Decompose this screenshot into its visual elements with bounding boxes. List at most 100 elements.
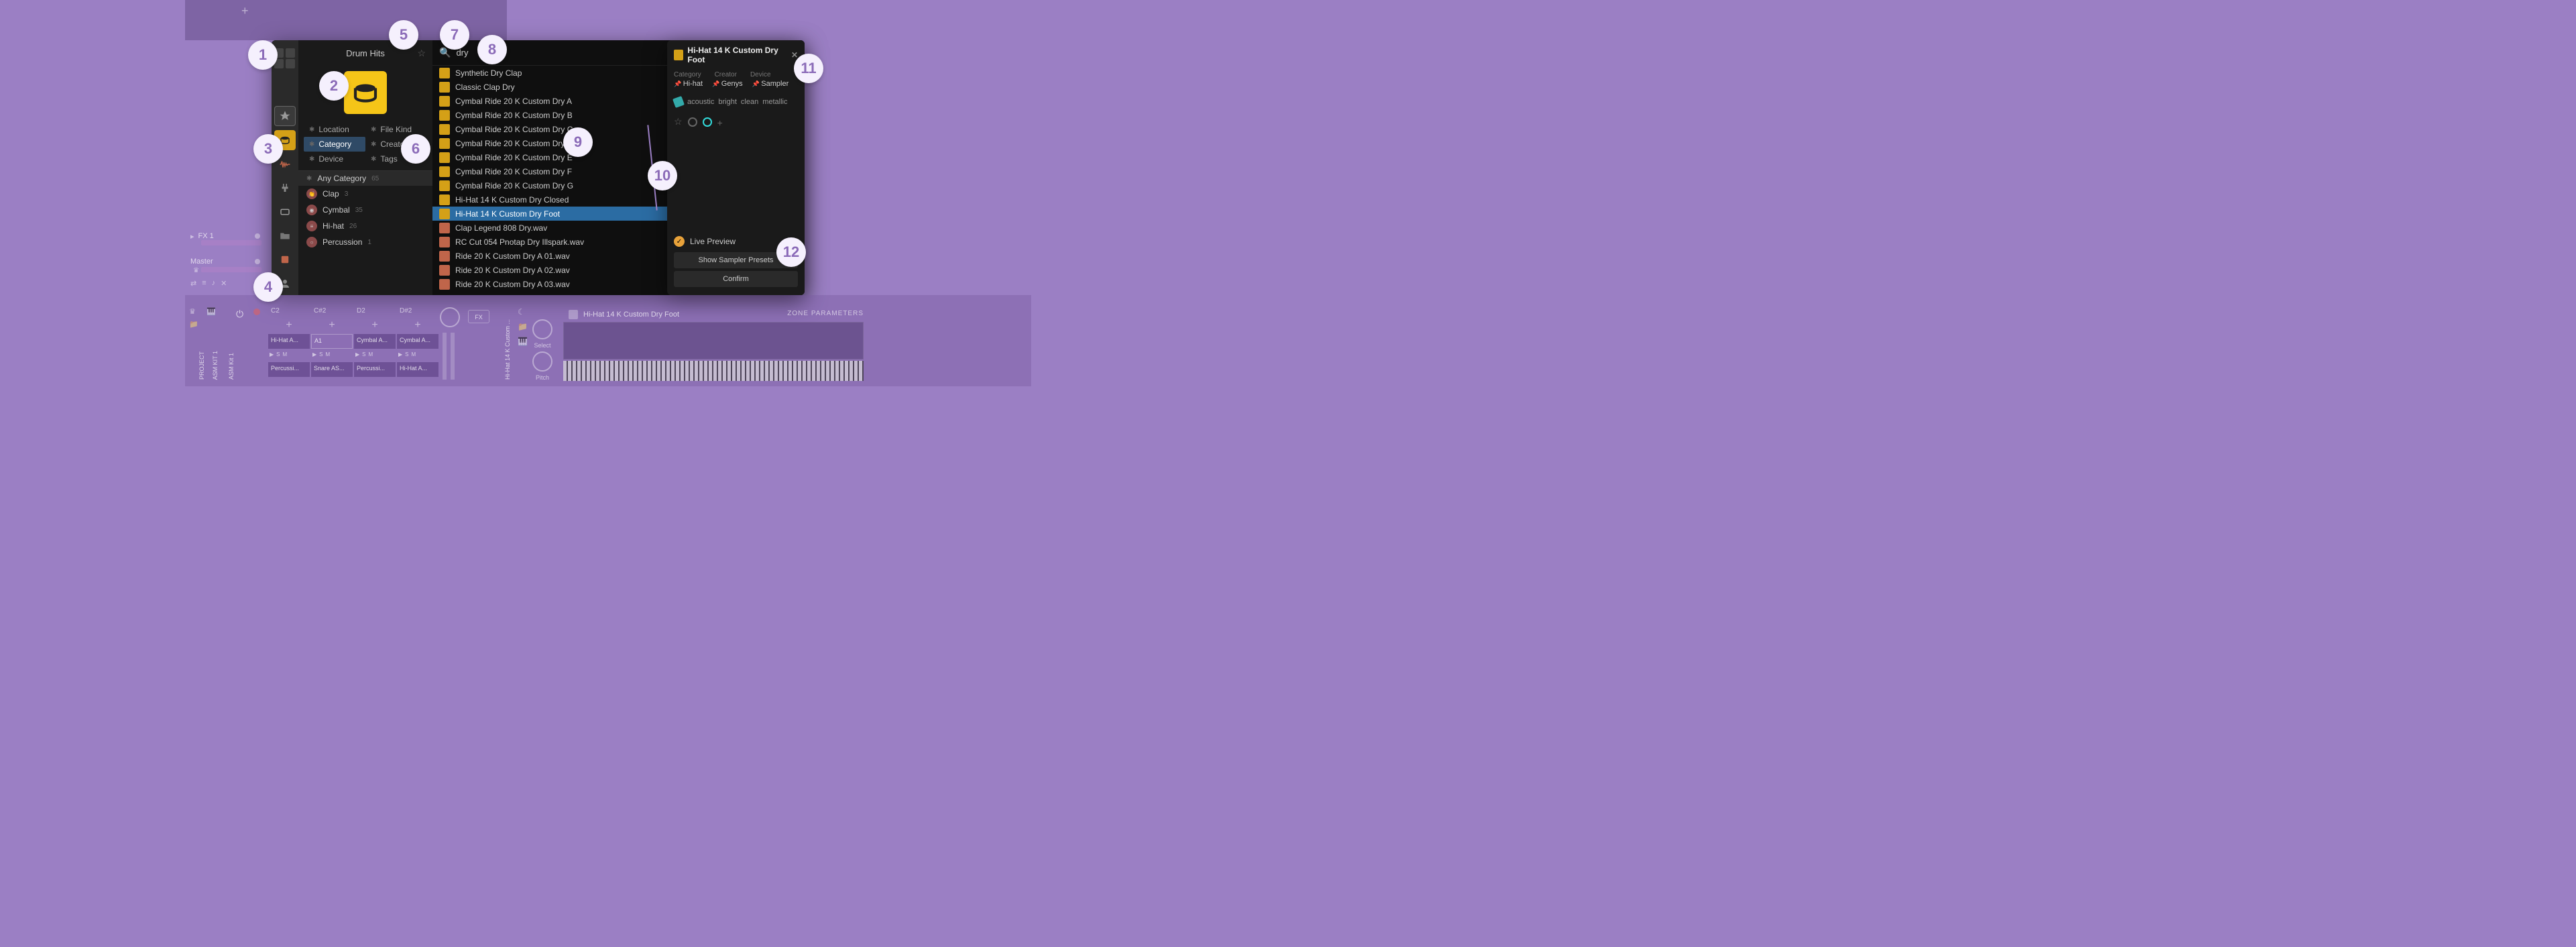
- piano-icon[interactable]: 🎹: [518, 337, 528, 346]
- pad-controls[interactable]: ▶SM: [354, 350, 396, 361]
- device-left-controls2: 🎹: [207, 307, 216, 316]
- gain-knob[interactable]: [440, 307, 460, 327]
- record-icon[interactable]: [253, 309, 260, 315]
- pad-cell[interactable]: Cymbal A...: [397, 334, 438, 349]
- select-knob[interactable]: [532, 319, 552, 339]
- source-loop-icon[interactable]: [274, 202, 296, 222]
- meta-creator[interactable]: Genys: [712, 80, 743, 88]
- fx-button[interactable]: FX: [468, 310, 489, 323]
- callout-3: 3: [253, 134, 283, 164]
- knob-label: Pitch: [532, 374, 552, 381]
- meta-device[interactable]: Sampler: [752, 80, 789, 88]
- zone-header: Hi-Hat 14 K Custom Dry Foot: [569, 310, 679, 319]
- pad-controls[interactable]: ▶SM: [311, 350, 353, 361]
- source-strip: [272, 40, 298, 295]
- level-meter: [451, 333, 455, 380]
- folder-icon[interactable]: 📁: [189, 320, 198, 329]
- tag[interactable]: acoustic: [687, 98, 714, 106]
- pad-controls[interactable]: ▶SM: [397, 350, 438, 361]
- meta-values: Hi-hat Genys Sampler: [674, 80, 798, 93]
- pad-cell[interactable]: Percussi...: [268, 362, 310, 377]
- pad-header: D2: [354, 306, 396, 318]
- source-folder-icon[interactable]: [274, 226, 296, 246]
- callout-10: 10: [648, 161, 677, 190]
- level-meter: [443, 333, 447, 380]
- list-icon[interactable]: ≡: [202, 279, 206, 291]
- tag[interactable]: bright: [718, 98, 737, 106]
- pad-cell[interactable]: Snare AS...: [311, 362, 353, 377]
- tags-row: acoustic bright clean metallic: [674, 93, 798, 111]
- color-dot[interactable]: [688, 117, 697, 127]
- check-icon: ✓: [674, 236, 685, 247]
- tag-icon: [672, 96, 685, 108]
- result-icon: [439, 166, 450, 177]
- moon-icon[interactable]: ☾: [518, 307, 525, 317]
- color-dot-cyan[interactable]: [703, 117, 712, 127]
- result-icon: [439, 96, 450, 107]
- pad-cell[interactable]: Hi-Hat A...: [397, 362, 438, 377]
- callout-11: 11: [794, 54, 823, 83]
- confirm-button[interactable]: Confirm: [674, 271, 798, 287]
- meta-category[interactable]: Hi-hat: [674, 80, 703, 88]
- source-pack-icon[interactable]: [274, 250, 296, 270]
- add-color-icon[interactable]: +: [717, 117, 727, 127]
- pad-add-icon[interactable]: +: [311, 319, 353, 333]
- zone-title: Hi-Hat 14 K Custom Dry Foot: [583, 311, 679, 319]
- result-icon: [439, 180, 450, 191]
- category-any[interactable]: ✱ Any Category 65: [298, 171, 432, 186]
- source-plug-icon[interactable]: [274, 178, 296, 199]
- pitch-knob[interactable]: [532, 351, 552, 372]
- tag[interactable]: clean: [741, 98, 758, 106]
- vtext-kit2: ASM Kit 1: [228, 353, 235, 380]
- callout-8: 8: [477, 35, 507, 64]
- callout-2: 2: [319, 71, 349, 101]
- category-clap[interactable]: 👏 Clap 3: [298, 186, 432, 202]
- folder-icon[interactable]: 📁: [518, 322, 528, 331]
- details-icon: [674, 50, 683, 60]
- waveform-area[interactable]: [563, 322, 864, 359]
- category-big-icon: [344, 71, 387, 114]
- pad-cell[interactable]: Cymbal A...: [354, 334, 396, 349]
- pad-add-icon[interactable]: +: [354, 319, 396, 333]
- result-icon: [439, 251, 450, 262]
- filter-device[interactable]: ✱Device: [304, 152, 365, 166]
- live-preview-label: Live Preview: [690, 237, 736, 246]
- pad-cell[interactable]: A1: [311, 334, 353, 349]
- pad-header: C#2: [311, 306, 353, 318]
- pad-cell[interactable]: Percussi...: [354, 362, 396, 377]
- pad-add-icon[interactable]: +: [397, 319, 438, 333]
- category-cymbal[interactable]: ◉ Cymbal 35: [298, 202, 432, 218]
- add-icon[interactable]: +: [241, 4, 249, 18]
- pad-controls[interactable]: ▶SM: [268, 350, 310, 361]
- device-left-controls: ♛ 📁: [189, 307, 198, 329]
- favorite-icon[interactable]: ☆: [417, 48, 426, 59]
- drum-pads: C2 + Hi-Hat A... ▶SM Percussi... C#2 + A…: [268, 306, 438, 377]
- color-row: ☆ +: [674, 111, 798, 133]
- vtext-kit1: ASM KIT 1: [212, 351, 219, 380]
- crown-icon[interactable]: ♛: [189, 307, 198, 316]
- filter-location[interactable]: ✱Location: [304, 122, 365, 137]
- favorite-star-icon[interactable]: ☆: [674, 116, 683, 127]
- callout-4: 4: [253, 272, 283, 302]
- result-icon: [439, 237, 450, 247]
- piano-icon[interactable]: 🎹: [207, 307, 216, 316]
- category-hihat[interactable]: ≡ Hi-hat 26: [298, 218, 432, 234]
- track-meter: [201, 267, 261, 272]
- note-icon[interactable]: ♪: [212, 279, 216, 291]
- piano-keyboard[interactable]: [563, 361, 864, 381]
- result-icon: [439, 265, 450, 276]
- tag[interactable]: metallic: [762, 98, 787, 106]
- pad-cell[interactable]: Hi-Hat A...: [268, 334, 310, 349]
- category-percussion[interactable]: ○ Percussion 1: [298, 234, 432, 250]
- details-title: Hi-Hat 14 K Custom Dry Foot: [687, 46, 787, 64]
- close-icon[interactable]: ✕: [221, 279, 227, 291]
- pad-add-icon[interactable]: +: [268, 319, 310, 333]
- pad-header: D#2: [397, 306, 438, 318]
- power-icon[interactable]: ⏻: [236, 309, 243, 320]
- settings-icon[interactable]: ⇄: [190, 279, 196, 291]
- meta-labels: Category Creator Device: [674, 68, 798, 80]
- result-icon: [439, 209, 450, 219]
- source-star-icon[interactable]: [274, 106, 296, 126]
- result-icon: [439, 223, 450, 233]
- filter-category[interactable]: ✱Category: [304, 137, 365, 152]
